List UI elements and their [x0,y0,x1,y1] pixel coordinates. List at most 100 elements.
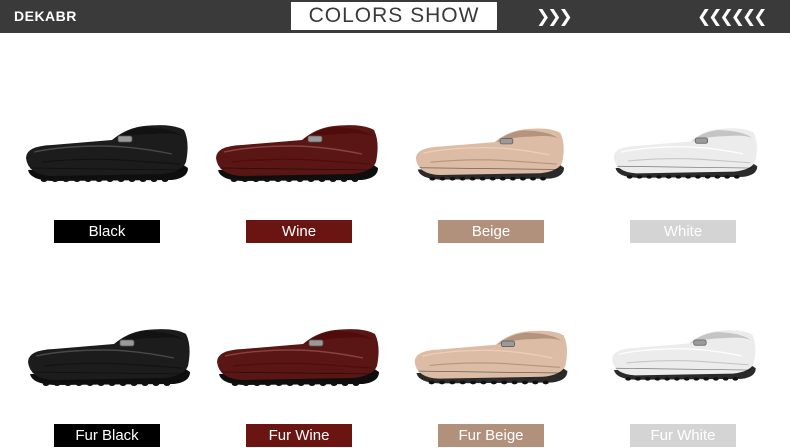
sole-grip-stud [470,380,477,385]
sole-grip-stud [674,377,680,381]
sole-grip-stud [253,382,261,386]
sole-grip-stud [117,178,125,182]
sole-grip-stud [150,178,158,182]
buckle-ornament [117,135,133,143]
sole-grip-stud [428,380,435,385]
sole-grip-stud [296,178,304,182]
shoe-image-wine [216,125,378,182]
sole-grip-stud [242,382,250,386]
sole-grip-stud [449,176,456,181]
sole-grip-stud [53,382,61,386]
sole-grip-stud [241,178,249,182]
sole-grip-stud [722,377,729,381]
sole-grip-stud [264,382,272,386]
chevrons-left-icon: ❮❮❮❮❮❮ [697,7,767,27]
header-bar: DEKABR COLORS SHOW ❯❯❯ ❮❮❮❮❮❮ [0,0,790,33]
sole-grip-stud [40,178,48,182]
section-title-box: COLORS SHOW [290,1,498,31]
brand-logo: DEKABR [14,8,77,24]
buckle-ornament [693,339,707,346]
sole-grip-stud [532,380,539,385]
sole-grip-stud [665,175,672,179]
sole-grip-stud [285,178,293,182]
color-label-black: Black [54,220,160,243]
sole-grip-stud [459,176,466,181]
sole-grip-stud [654,377,661,381]
sole-grip-stud [636,175,643,179]
section-title: COLORS SHOW [308,4,480,27]
sole-grip-stud [95,178,103,182]
sole-grip-stud [635,377,641,381]
sole-grip-stud [352,382,360,386]
sole-grip-stud [490,380,497,385]
sole-grip-stud [106,178,114,182]
buckle-ornament [307,135,323,143]
sole-grip-stud [308,382,316,386]
buckle-ornament [499,138,514,145]
shoe-image-black [26,125,188,182]
color-label-beige: Beige [438,220,544,243]
sole-grip-stud [64,382,72,386]
sole-grip-stud [704,175,711,179]
sole-grip-stud [274,178,282,182]
color-label-fur-wine: Fur Wine [246,424,352,447]
sole-grip-stud [152,382,160,386]
sole-grip-stud [84,178,92,182]
shoe-image-fur-white [612,330,756,381]
sole-grip-stud [501,380,508,385]
sole-grip-stud [480,380,487,385]
buckle-ornament [308,339,324,347]
sole-grip-stud [724,175,730,179]
sole-grip-stud [130,382,138,386]
sole-grip-stud [644,377,651,381]
sole-grip-stud [693,377,700,381]
sole-grip-stud [734,175,740,179]
sole-grip-stud [459,380,466,385]
sole-grip-stud [540,176,546,181]
sole-grip-stud [119,382,127,386]
sole-grip-stud [231,382,239,386]
sole-grip-stud [732,377,739,381]
buckle-ornament [694,137,708,144]
sole-grip-stud [703,377,709,381]
sole-grip-stud [489,176,496,181]
sole-grip-stud [675,175,682,179]
sole-grip-stud [286,382,294,386]
sole-grip-stud [62,178,70,182]
sole-grip-stud [263,178,271,182]
sole-grip-stud [139,178,147,182]
sole-grip-stud [319,382,327,386]
sole-grip-stud [42,382,50,386]
sole-grip-stud [685,175,691,179]
sole-grip-stud [714,175,721,179]
sole-grip-stud [230,178,238,182]
sole-grip-stud [275,382,283,386]
sole-grip-stud [51,178,59,182]
sole-grip-stud [656,175,662,179]
sole-grip-stud [519,176,526,181]
sole-grip-stud [307,178,315,182]
sole-grip-stud [683,377,690,381]
shoe-image-fur-wine [217,329,379,386]
sole-grip-stud [73,178,81,182]
sole-grip-stud [530,176,536,181]
sole-grip-stud [439,176,446,181]
shoe-image-fur-beige [414,330,568,385]
color-label-fur-beige: Fur Beige [438,424,544,447]
sole-grip-stud [511,380,518,385]
color-label-fur-black: Fur Black [54,424,160,447]
sole-grip-stud [438,380,445,385]
sole-grip-stud [341,382,349,386]
shoe-image-fur-black [28,329,190,386]
sole-grip-stud [713,377,719,381]
sole-grip-stud [469,176,476,181]
buckle-ornament [119,339,135,347]
sole-grip-stud [449,380,456,385]
chevrons-right-icon: ❯❯❯ [536,7,573,27]
sole-grip-stud [141,382,149,386]
color-label-wine: Wine [246,220,352,243]
sole-grip-stud [626,175,633,179]
sole-grip-stud [664,377,671,381]
sole-grip-stud [329,178,337,182]
sole-grip-stud [330,382,338,386]
